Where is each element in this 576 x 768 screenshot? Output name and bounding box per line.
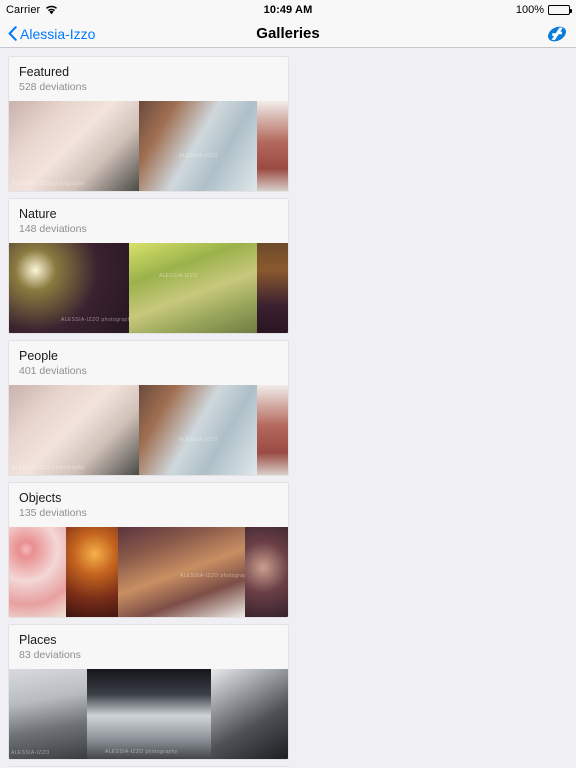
gallery-title: Nature — [19, 207, 57, 221]
gallery-thumbnail-strip[interactable]: ALESSIA-IZZO photography ALESSIA-IZZO — [9, 385, 288, 475]
gallery-thumbnail[interactable]: ALESSIA-IZZO — [129, 243, 257, 333]
gallery-deviation-count: 401 deviations — [19, 365, 87, 377]
gallery-card[interactable]: Places 83 deviations ALESSIA-IZZO ALESSIA-I… — [8, 624, 289, 760]
battery-full-icon — [548, 5, 572, 15]
gallery-card-header: Objects 135 deviations — [9, 483, 288, 527]
gallery-thumbnail[interactable]: ALESSIA-IZZO photography — [9, 243, 129, 333]
galleries-scroll-view[interactable]: Featured 528 deviations ALESSIA-IZZO photo… — [0, 48, 576, 768]
watermark-text: ALESSIA-IZZO photography — [12, 181, 85, 187]
gallery-thumbnail[interactable]: ALESSIA-IZZO — [139, 101, 257, 191]
battery-percent-label: 100% — [515, 4, 544, 16]
deviantart-logo-icon — [547, 26, 567, 41]
watermark-text: ALESSIA-IZZO photography — [61, 317, 129, 323]
deviantart-logo-button[interactable] — [546, 23, 568, 45]
gallery-title: Objects — [19, 491, 62, 505]
watermark-text: ALESSIA-IZZO — [179, 153, 218, 159]
watermark-text: ALESSIA-IZZO photography — [180, 573, 245, 579]
gallery-thumbnail[interactable] — [257, 101, 288, 191]
gallery-thumbnail-strip[interactable]: ALESSIA-IZZO photography — [9, 527, 288, 617]
watermark-text: ALESSIA-IZZO — [11, 750, 50, 756]
gallery-title: Featured — [19, 65, 70, 79]
gallery-card[interactable]: Objects 135 deviations ALESSIA-IZZO photog… — [8, 482, 289, 618]
watermark-text: ALESSIA-IZZO photography — [12, 465, 85, 471]
gallery-deviation-count: 83 deviations — [19, 649, 81, 661]
gallery-thumbnail[interactable] — [257, 243, 288, 333]
gallery-thumbnail[interactable] — [245, 527, 288, 617]
gallery-deviation-count: 135 deviations — [19, 507, 87, 519]
gallery-thumbnail[interactable]: ALESSIA-IZZO — [9, 669, 87, 759]
gallery-card-header: Nature 148 deviations — [9, 199, 288, 243]
gallery-thumbnail[interactable]: ALESSIA-IZZO — [139, 385, 257, 475]
gallery-title: People — [19, 349, 58, 363]
back-button[interactable]: Alessia-Izzo — [8, 26, 95, 42]
gallery-title: Places — [19, 633, 57, 647]
gallery-card[interactable]: Featured 528 deviations ALESSIA-IZZO photo… — [8, 56, 289, 192]
gallery-card-header: Places 83 deviations — [9, 625, 288, 669]
gallery-thumbnail[interactable]: ALESSIA-IZZO photography — [9, 101, 139, 191]
watermark-text: ALESSIA-IZZO — [159, 273, 198, 279]
gallery-thumbnail[interactable]: ALESSIA-IZZO photography — [118, 527, 245, 617]
watermark-text: ALESSIA-IZZO — [179, 437, 218, 443]
navigation-bar: Alessia-Izzo Galleries — [0, 20, 576, 48]
gallery-thumbnail-strip[interactable]: ALESSIA-IZZO photography ALESSIA-IZZO — [9, 101, 288, 191]
gallery-deviation-count: 148 deviations — [19, 223, 87, 235]
gallery-thumbnail[interactable] — [211, 669, 288, 759]
status-bar: Carrier 10:49 AM 100% — [0, 0, 576, 20]
gallery-card-header: People 401 deviations — [9, 341, 288, 385]
gallery-thumbnail[interactable]: ALESSIA-IZZO photography — [87, 669, 211, 759]
status-bar-right: 100% — [515, 4, 572, 16]
gallery-thumbnail[interactable] — [66, 527, 118, 617]
gallery-deviation-count: 528 deviations — [19, 81, 87, 93]
gallery-thumbnail-strip[interactable]: ALESSIA-IZZO ALESSIA-IZZO photography — [9, 669, 288, 759]
watermark-text: ALESSIA-IZZO photography — [105, 749, 178, 755]
gallery-card[interactable]: People 401 deviations ALESSIA-IZZO photogr… — [8, 340, 289, 476]
back-button-label: Alessia-Izzo — [20, 25, 96, 42]
gallery-thumbnail[interactable] — [257, 385, 288, 475]
clock-label: 10:49 AM — [263, 4, 313, 16]
chevron-left-icon — [8, 26, 17, 41]
gallery-card[interactable]: Nature 148 deviations ALESSIA-IZZO photogr… — [8, 198, 289, 334]
gallery-thumbnail[interactable] — [9, 527, 66, 617]
gallery-thumbnail[interactable]: ALESSIA-IZZO photography — [9, 385, 139, 475]
gallery-thumbnail-strip[interactable]: ALESSIA-IZZO photography ALESSIA-IZZO — [9, 243, 288, 333]
galleries-grid: Featured 528 deviations ALESSIA-IZZO photo… — [0, 56, 576, 768]
gallery-card-header: Featured 528 deviations — [9, 57, 288, 101]
